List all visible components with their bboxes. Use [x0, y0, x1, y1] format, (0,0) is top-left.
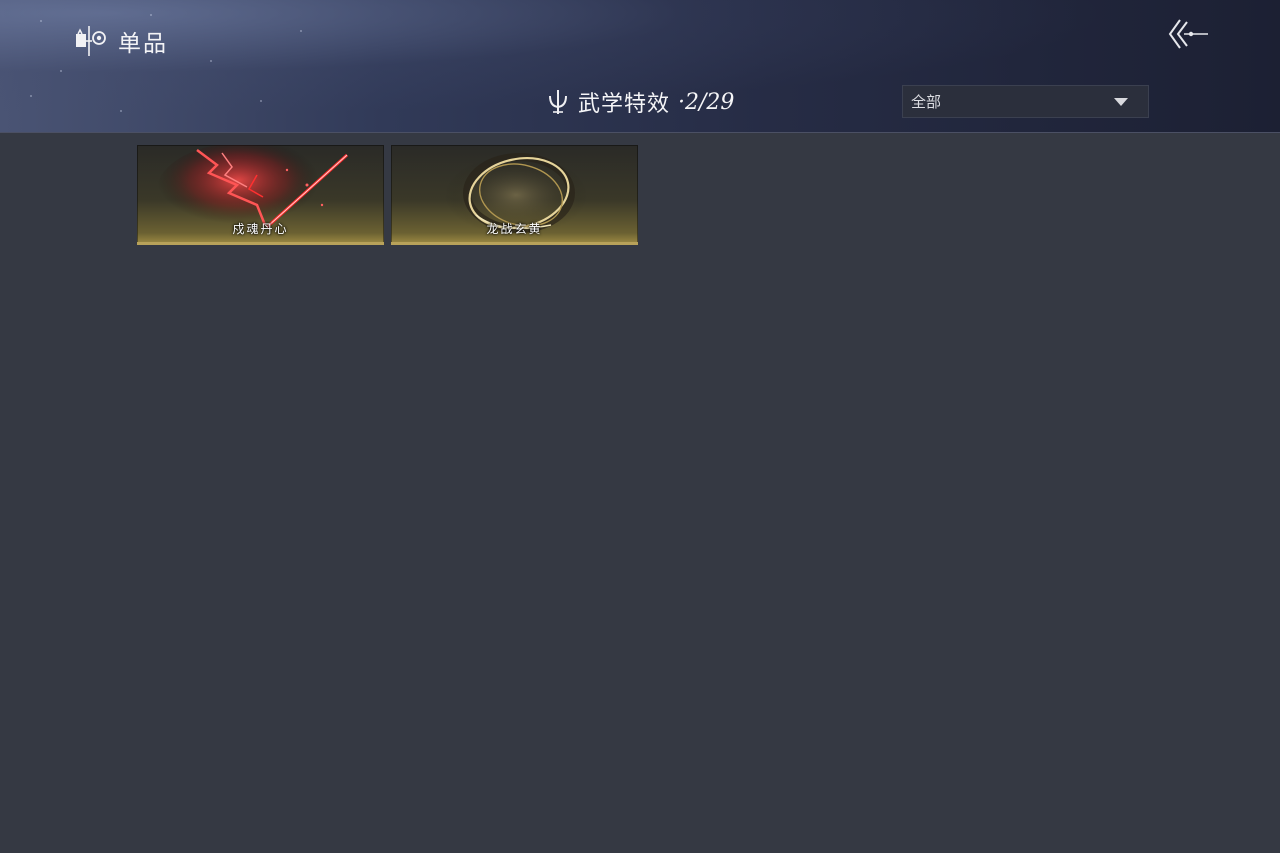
category-filter-dropdown[interactable]: 全部: [902, 85, 1149, 118]
star-speck: [120, 110, 122, 112]
star-speck: [210, 60, 212, 62]
caret-down-icon: [1114, 98, 1128, 106]
star-speck: [30, 95, 32, 97]
back-arrow-icon[interactable]: [1166, 16, 1210, 52]
trident-icon: [549, 90, 567, 114]
section-title: 武学特效: [578, 92, 671, 117]
effect-card-label: 龙战玄黄: [486, 222, 543, 236]
effect-card[interactable]: 戍魂丹心: [137, 145, 384, 245]
star-speck: [60, 70, 62, 72]
page-title-group: 单品: [74, 24, 168, 58]
section-title-group: 武学特效 ·2/29: [546, 86, 734, 118]
effect-card[interactable]: 龙战玄黄: [391, 145, 638, 245]
filter-selected-value: 全部: [911, 93, 942, 111]
effect-card-label: 戍魂丹心: [232, 222, 289, 236]
header-bar: 单品 武学特效 ·2/29 全部: [0, 0, 1280, 133]
star-speck: [260, 100, 262, 102]
star-speck: [300, 30, 302, 32]
star-speck: [40, 20, 42, 22]
star-speck: [150, 14, 152, 16]
collection-count: ·2/29: [678, 89, 735, 115]
page-title: 单品: [118, 31, 168, 57]
wardrobe-icon: [76, 26, 106, 56]
item-grid: 戍魂丹心 龙战玄黄: [137, 145, 638, 245]
